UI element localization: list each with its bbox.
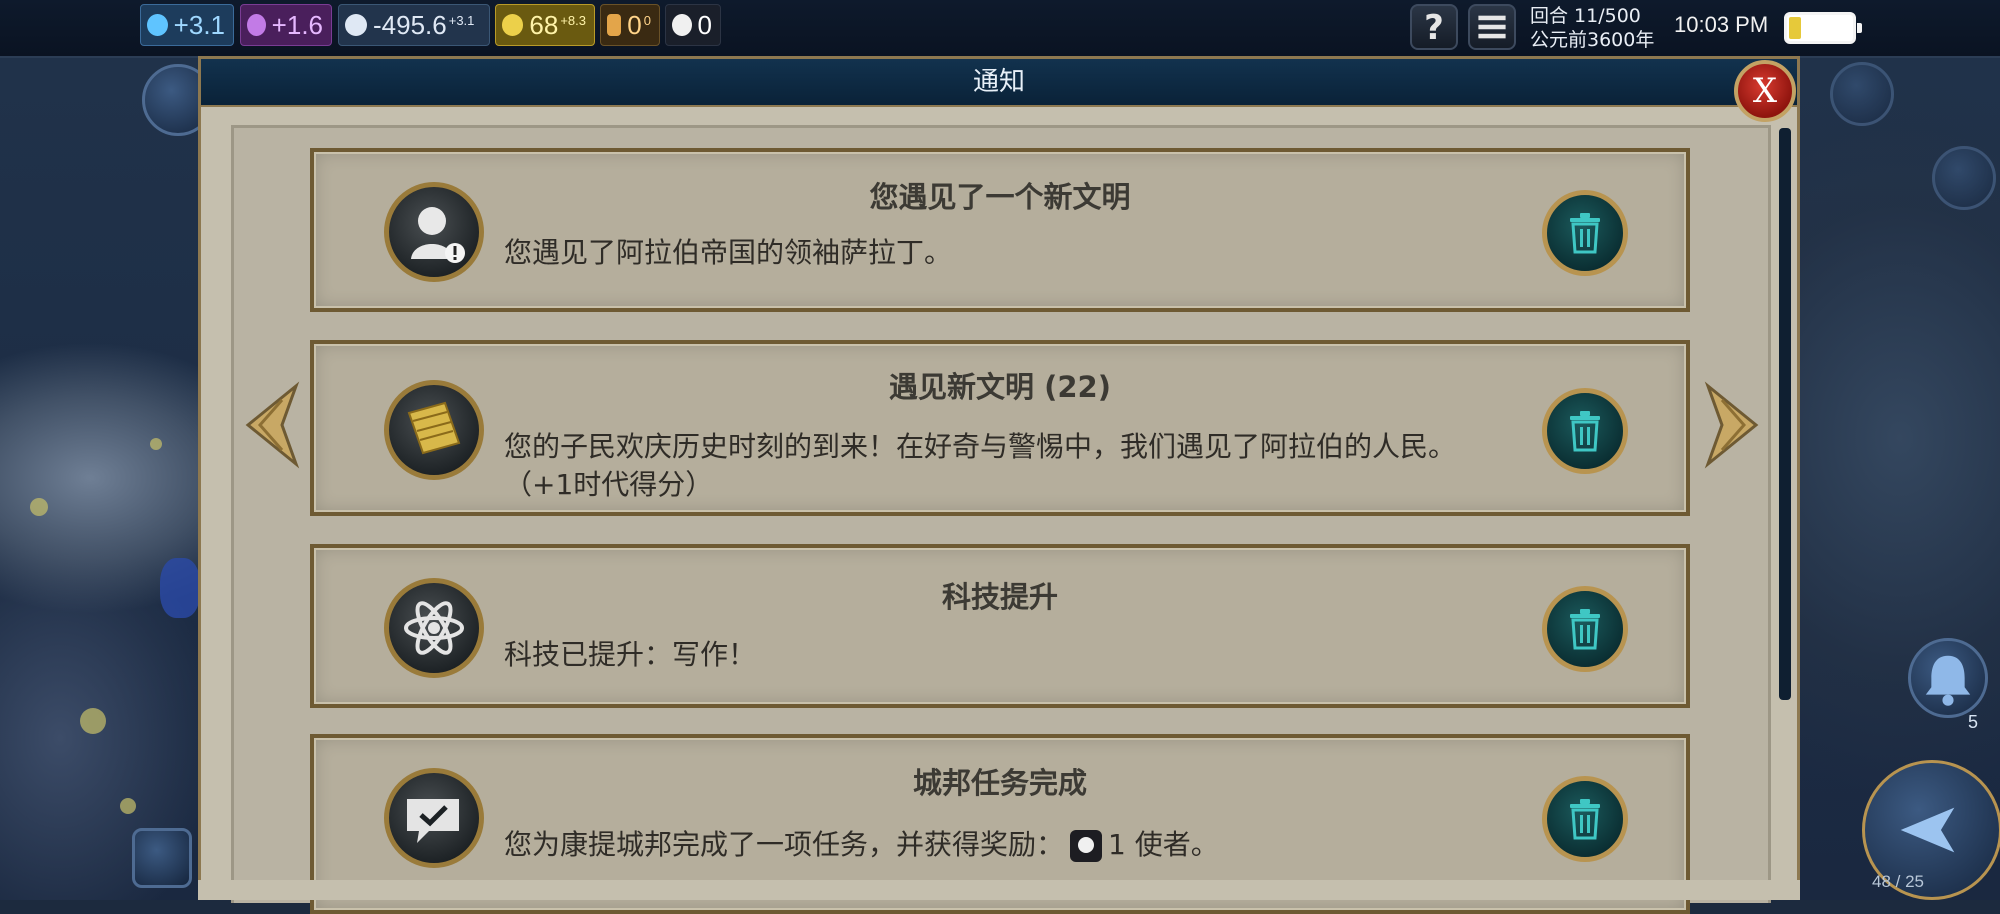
historic-moment-scroll-icon [384,380,484,480]
battery-fill [1789,17,1801,39]
map-resource [80,708,106,734]
faith-yield[interactable]: -495.6 +3.1 [338,4,490,46]
faith-rate: +3.1 [448,13,475,28]
era-year: 公元前3600年 [1530,29,1655,51]
science-icon [147,14,168,36]
gold-rate: +8.3 [560,13,586,28]
dialog-title: 通知 [201,59,1797,107]
battery-indicator [1784,12,1862,44]
envoy-icon [672,14,692,36]
dismiss-button[interactable] [1542,586,1628,672]
notification-card[interactable]: 您遇见了一个新文明 您遇见了阿拉伯帝国的领袖萨拉丁。 [310,148,1690,312]
notification-card[interactable]: 遇见新文明 (22) 您的子民欢庆历史时刻的到来！在好奇与警惕中，我们遇见了阿拉… [310,340,1690,516]
faith-icon [345,14,367,36]
notification-title: 城邦任务完成 [912,766,1087,800]
atom-icon [404,601,464,655]
dismiss-button[interactable] [1542,388,1628,474]
map-water-tile [160,558,200,618]
map-option-button[interactable] [132,828,192,888]
map-resource [120,798,136,814]
science-value: +3.1 [173,9,225,40]
top-bar: +3.1 +1.6 -495.6 +3.1 68 +8.3 0 0 0 ? 回合… [0,0,2000,58]
tourism-value: 0 [627,9,642,40]
trash-icon [1570,411,1600,452]
gold-value: 68 [529,9,559,40]
previous-page-arrow-icon[interactable] [234,380,304,470]
trash-icon [1570,799,1600,840]
menu-button[interactable] [1468,4,1516,50]
gold-icon [502,14,524,36]
notification-text: 您为康提城邦完成了一项任务，并获得奖励： 1 使者。 [504,826,1484,864]
close-button[interactable]: X [1734,60,1796,122]
leader-met-icon [384,182,484,282]
turn-info: 回合 11/500 公元前3600年 [1530,4,1654,52]
notification-text: 您的子民欢庆历史时刻的到来！在好奇与警惕中，我们遇见了阿拉伯的人民。（+1时代得… [504,430,1457,501]
city-state-quest-icon [384,768,484,868]
tourism-rate: 0 [643,13,651,28]
map-resource [150,438,162,450]
help-button[interactable]: ? [1410,4,1458,50]
scrollbar[interactable] [1779,128,1791,700]
trash-icon [1570,213,1600,254]
tourism-icon [607,14,622,36]
unit-counter: 48 / 25 [1872,872,1924,891]
turn-counter: 回合 11/500 [1530,5,1641,27]
lens-button[interactable] [1932,146,1996,210]
dialog-bottom-edge [198,880,1800,900]
envoy-icon [1070,830,1103,862]
map-resource [30,498,48,516]
gold-yield[interactable]: 68 +8.3 [495,4,595,46]
battery-tip [1857,23,1862,33]
bell-icon [1925,655,1971,706]
tourism-yield[interactable]: 0 0 [600,4,660,46]
notifications-bell-button[interactable] [1908,638,1988,718]
envoy-value: 0 [697,9,712,40]
trash-icon [1570,609,1600,650]
notification-count: 5 [1968,712,1979,732]
science-yield[interactable]: +3.1 [140,4,234,46]
notification-text: 科技已提升：写作！ [504,638,757,671]
hamburger-menu-icon [1478,15,1506,39]
dismiss-button[interactable] [1542,776,1628,862]
notification-card[interactable]: 科技提升 科技已提升：写作！ [310,544,1690,708]
leader-silhouette-icon [411,207,465,263]
notification-text-after: 1 使者。 [1108,828,1219,861]
notification-title: 科技提升 [941,580,1058,614]
notification-title: 遇见新文明 (22) [889,370,1111,404]
notification-text-before: 您为康提城邦完成了一项任务，并获得奖励： [504,828,1065,861]
quest-checkmark-speech-icon [407,799,459,843]
technology-atom-icon [384,578,484,678]
culture-yield[interactable]: +1.6 [240,4,332,46]
dismiss-button[interactable] [1542,190,1628,276]
faith-value: -495.6 [373,9,447,40]
notification-title: 您遇见了一个新文明 [869,180,1131,214]
culture-icon [247,14,266,36]
next-page-arrow-icon[interactable] [1700,380,1770,470]
scroll-icon [407,401,461,455]
clock: 10:03 PM [1674,12,1769,37]
envoy-yield[interactable]: 0 [665,4,721,46]
culture-value: +1.6 [271,9,323,40]
minimap-toggle-button[interactable] [1830,62,1894,126]
notification-text: 您遇见了阿拉伯帝国的领袖萨拉丁。 [504,236,953,269]
